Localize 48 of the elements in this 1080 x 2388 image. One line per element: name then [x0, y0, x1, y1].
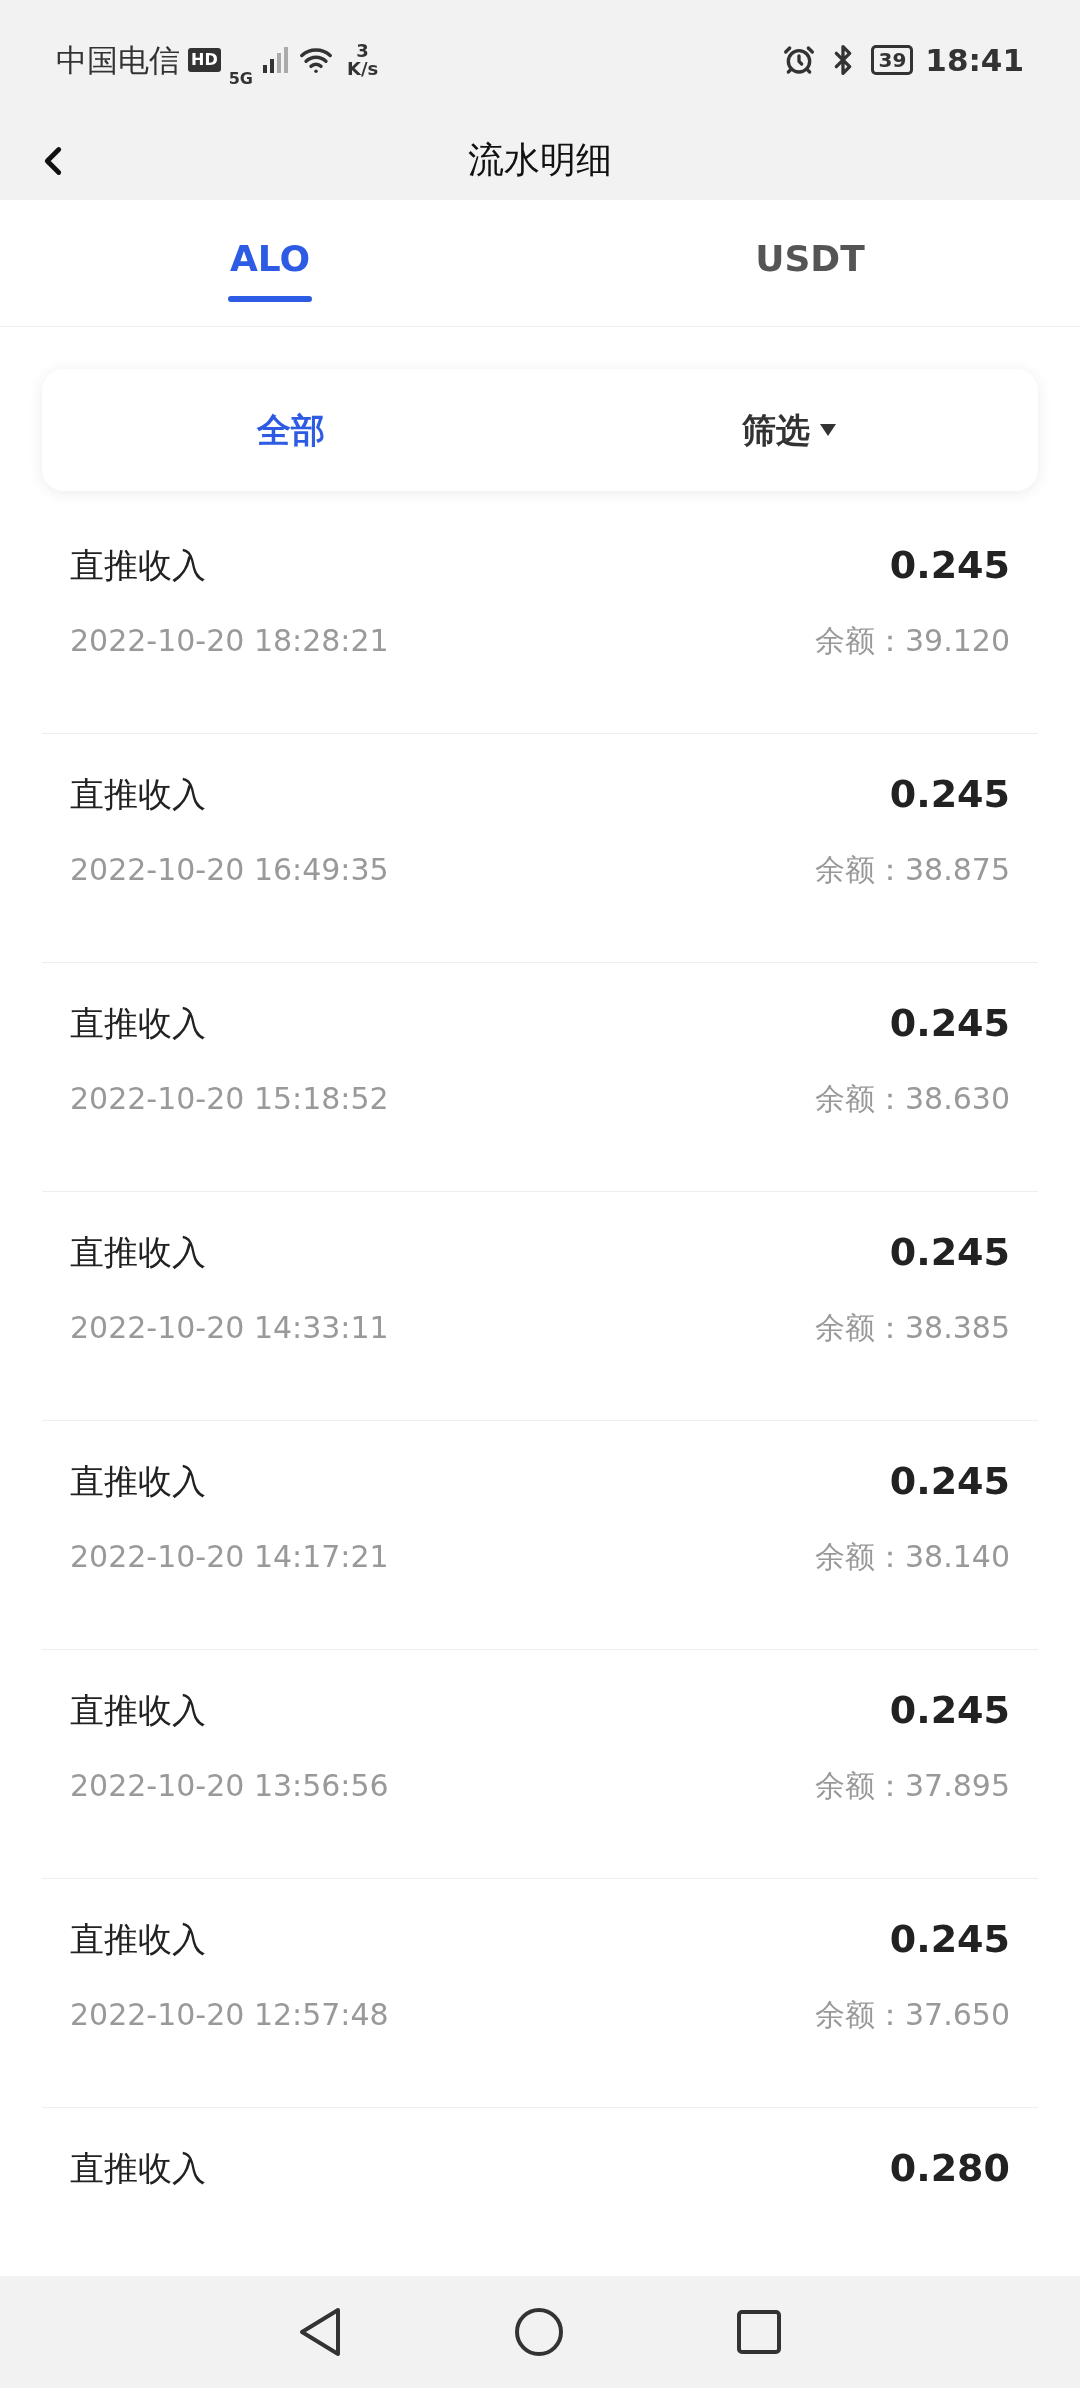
hd-indicator: HD: [188, 48, 221, 72]
home-nav-icon[interactable]: [514, 2307, 564, 2357]
filter-option[interactable]: 筛选: [540, 369, 1038, 491]
record-title: 直推收入: [70, 544, 206, 587]
record-amount: 0.245: [889, 1458, 1010, 1505]
record-title: 直推收入: [70, 1460, 206, 1503]
record-balance: 余额：38.630: [815, 1080, 1010, 1118]
speed-value: 3: [356, 42, 369, 60]
record-balance: 余额：37.895: [815, 1767, 1010, 1805]
record-title: 直推收入: [70, 2147, 206, 2190]
record-time: 2022-10-20 14:33:11: [70, 1309, 389, 1347]
alarm-icon: [783, 44, 816, 76]
record-time: 2022-10-20 12:57:48: [70, 1996, 389, 2034]
network-type: 5G: [228, 68, 253, 90]
record-amount: 0.245: [889, 771, 1010, 818]
record-amount: 0.280: [889, 2145, 1010, 2192]
record-time: 2022-10-20 18:28:21: [70, 622, 389, 660]
page-title: 流水明细: [468, 138, 612, 182]
record-time: 2022-10-20 16:49:35: [70, 851, 389, 889]
record-amount: 0.245: [889, 1687, 1010, 1734]
record-title: 直推收入: [70, 1002, 206, 1045]
currency-tab[interactable]: USDT: [540, 200, 1080, 326]
record-time: 2022-10-20 13:56:56: [70, 1767, 389, 1805]
record-time: 2022-10-20 14:17:21: [70, 1538, 389, 1576]
signal-icon: [260, 45, 291, 75]
record-time: 2022-10-20 15:18:52: [70, 1080, 389, 1118]
record-balance: 余额：37.650: [815, 1996, 1010, 2034]
dropdown-caret-icon: [820, 424, 836, 436]
record-title: 直推收入: [70, 1918, 206, 1961]
recents-nav-icon[interactable]: [736, 2309, 782, 2355]
record-amount: 0.245: [889, 1229, 1010, 1276]
back-nav-icon[interactable]: [298, 2307, 342, 2357]
record-amount: 0.245: [889, 1000, 1010, 1047]
record-balance: 余额：38.140: [815, 1538, 1010, 1576]
speed-unit: K/s: [346, 60, 379, 78]
record-balance: 余额：39.120: [815, 622, 1010, 660]
clock-time: 18:41: [925, 40, 1024, 80]
record-amount: 0.245: [889, 1916, 1010, 1963]
record-amount: 0.245: [889, 542, 1010, 589]
record-title: 直推收入: [70, 773, 206, 816]
record-title: 直推收入: [70, 1689, 206, 1732]
carrier-name: 中国电信: [56, 40, 180, 80]
record-balance: 余额：38.385: [815, 1309, 1010, 1347]
currency-tab[interactable]: ALO: [0, 200, 540, 326]
record-title: 直推收入: [70, 1231, 206, 1274]
record-balance: 余额：38.875: [815, 851, 1010, 889]
filter-option[interactable]: 全部: [42, 369, 540, 491]
battery-level: 39: [871, 45, 914, 75]
